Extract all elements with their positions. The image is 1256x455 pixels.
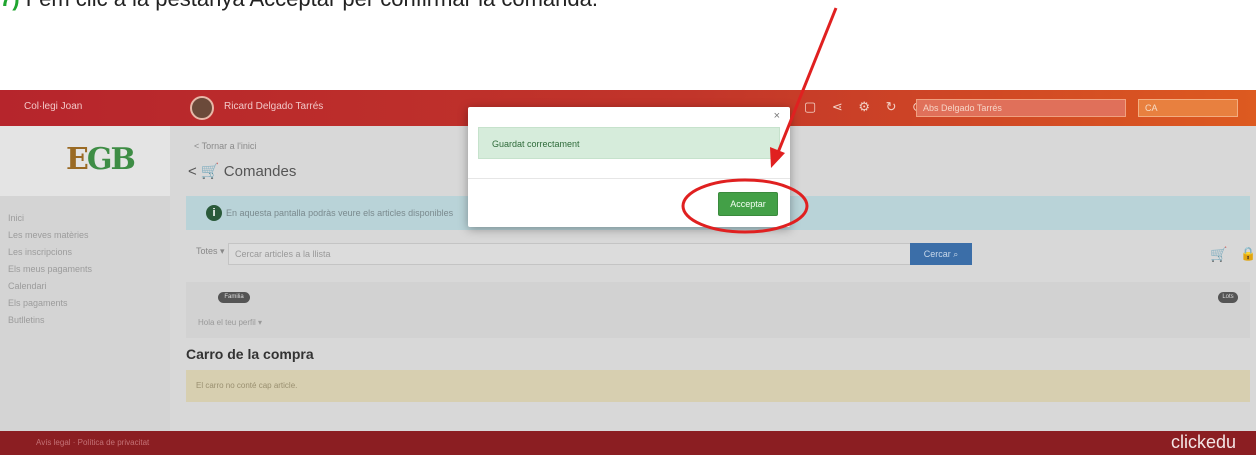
step-number: 7) [0, 0, 20, 11]
user-name[interactable]: Ricard Delgado Tarrés [224, 101, 323, 112]
profile-dropdown[interactable]: Hola el teu perfil ▾ [198, 318, 262, 327]
info-text: En aquesta pantalla podràs veure els art… [226, 208, 454, 218]
search-input[interactable]: Cercar articles a la llista [228, 243, 928, 265]
modal-divider [468, 178, 790, 179]
empty-cart-alert: El carro no conté cap article. [186, 370, 1250, 402]
sidebar-nav: Inici Les meves matèries Les inscripcion… [8, 210, 92, 329]
search-button[interactable]: Cercar ⌕ [910, 243, 972, 265]
avatar[interactable] [190, 96, 214, 120]
info-icon: i [206, 205, 222, 221]
toolbar-icons[interactable]: ▢ ⋖ ⚙ ↻ ⊙ [804, 99, 929, 115]
instruction-text: 7) Fem clic a la pestanya Acceptar per c… [0, 0, 598, 12]
school-name[interactable]: Col·legi Joan [24, 101, 82, 112]
footer-link[interactable]: Avís legal · Política de privacitat [36, 438, 149, 447]
lock-icon[interactable]: 🔒 [1240, 246, 1256, 262]
sidebar-item-home[interactable]: Inici [8, 210, 92, 227]
language-select[interactable]: CA [1138, 99, 1238, 117]
confirmation-modal: × Guardat correctament Acceptar [468, 107, 790, 227]
cart-icon: < 🛒 [188, 163, 220, 180]
clickedu-logo: clickedu [1170, 432, 1236, 452]
shopping-cart-icon[interactable]: 🛒 [1210, 246, 1227, 263]
back-link[interactable]: < Tornar a l'inici [194, 141, 256, 151]
search-row: Totes ▾ Cercar articles a la llista Cerc… [186, 241, 1250, 267]
logo-mark: EGB [66, 142, 136, 177]
search-icon: ⌕ [953, 249, 959, 259]
sidebar-item-enrolments[interactable]: Les inscripcions [8, 244, 92, 261]
sidebar-item-billing[interactable]: Els pagaments [8, 295, 92, 312]
product-panel: Familia Lots Hola el teu perfil ▾ [186, 282, 1250, 338]
accept-button[interactable]: Acceptar [718, 192, 778, 216]
sidebar-item-payments[interactable]: Els meus pagaments [8, 261, 92, 278]
page-title: < 🛒 Comandes [188, 163, 297, 180]
footer: Avís legal · Política de privacitat clic… [0, 431, 1256, 455]
sidebar-item-subjects[interactable]: Les meves matèries [8, 227, 92, 244]
sidebar-item-reports[interactable]: Butlletins [8, 312, 92, 329]
school-logo[interactable]: EGB [0, 126, 170, 196]
sidebar: EGB Inici Les meves matèries Les inscrip… [0, 126, 170, 431]
filter-dropdown[interactable]: Totes ▾ [196, 246, 225, 257]
step-text: Fem clic a la pestanya Acceptar per conf… [26, 0, 598, 11]
sidebar-item-calendar[interactable]: Calendari [8, 278, 92, 295]
instruction-bar: 7) Fem clic a la pestanya Acceptar per c… [0, 0, 1256, 90]
close-icon[interactable]: × [774, 110, 780, 122]
school-select[interactable]: Abs Delgado Tarrés [916, 99, 1126, 117]
cart-title: Carro de la compra [186, 346, 314, 362]
family-badge: Familia [218, 292, 250, 303]
success-message: Guardat correctament [478, 127, 780, 159]
lots-badge: Lots [1218, 292, 1238, 303]
